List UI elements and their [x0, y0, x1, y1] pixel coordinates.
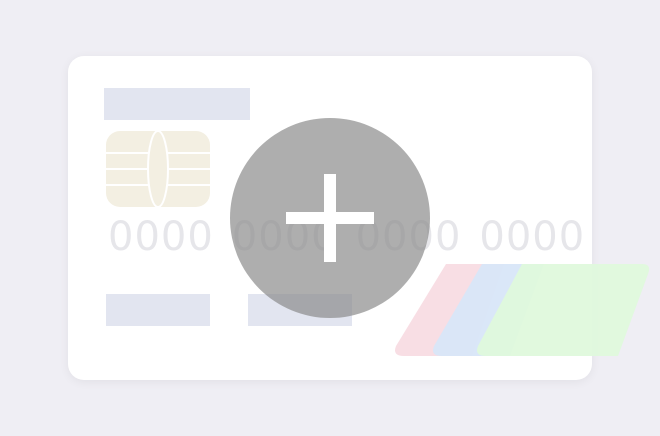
plus-icon	[286, 174, 374, 262]
card-network-logo	[395, 264, 650, 356]
card-number-group: 0000	[479, 214, 586, 260]
add-card-button[interactable]	[230, 118, 430, 318]
expiry-placeholder	[106, 294, 210, 326]
chip-icon	[106, 131, 210, 207]
cardholder-placeholder	[104, 88, 250, 120]
card-number-group: 0000	[108, 214, 214, 260]
